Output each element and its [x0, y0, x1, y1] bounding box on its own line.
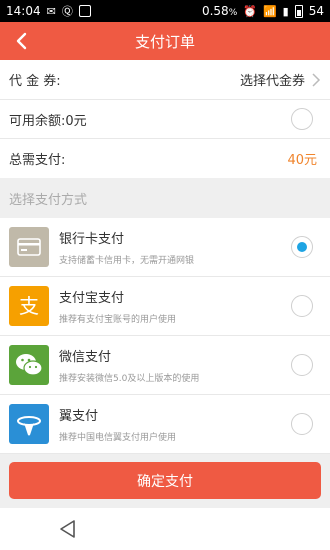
payment-desc: 推荐有支付宝账号的用户使用	[59, 315, 177, 325]
notification-bell-icon: ✉	[46, 4, 56, 18]
alarm-icon: ⏰	[243, 4, 257, 18]
voucher-row[interactable]: 代 金 券: 选择代金券	[0, 60, 330, 100]
nav-back-icon[interactable]	[58, 519, 78, 539]
balance-value: 0元	[65, 113, 87, 129]
status-bar: 14:04 ✉ Ⓠ 0.58% ⏰ 📶 ▮ 54	[0, 0, 330, 22]
payment-method-bank-card[interactable]: 银行卡支付 支持储蓄卡信用卡，无需开通网银	[0, 218, 330, 277]
payment-title: 支付宝支付	[59, 291, 125, 306]
payment-title: 翼支付	[59, 409, 99, 424]
wechat-icon	[9, 345, 49, 385]
system-nav-bar	[0, 508, 330, 550]
battery-level: 54	[308, 4, 324, 18]
telecom-pay-icon	[9, 404, 49, 444]
screenshot-icon	[78, 5, 91, 17]
payment-desc: 推荐安装微信5.0及以上版本的使用	[59, 374, 200, 384]
chevron-right-icon	[312, 72, 321, 87]
title-bar: 支付订单	[0, 22, 330, 60]
payment-method-wechat[interactable]: 微信支付 推荐安装微信5.0及以上版本的使用	[0, 336, 330, 395]
voucher-label: 代 金 券:	[9, 74, 61, 89]
data-speed: 0.58%	[201, 4, 238, 18]
total-row: 总需支付: 40元	[0, 139, 330, 178]
payment-method-alipay[interactable]: 支 支付宝支付 推荐有支付宝账号的用户使用	[0, 277, 330, 336]
payment-desc: 推荐中国电信翼支付用户使用	[59, 433, 177, 443]
confirm-payment-button[interactable]: 确定支付	[9, 462, 321, 499]
wifi-icon: 📶	[262, 4, 277, 18]
payment-radio[interactable]	[291, 413, 313, 435]
bank-card-icon	[9, 227, 49, 267]
payment-desc: 支持储蓄卡信用卡，无需开通网银	[59, 256, 195, 266]
payment-radio[interactable]	[291, 354, 313, 376]
page-title: 支付订单	[134, 32, 195, 51]
balance-label: 可用余额:	[9, 113, 66, 129]
alipay-icon: 支	[9, 286, 49, 326]
payment-title: 银行卡支付	[59, 232, 125, 247]
payment-radio[interactable]	[291, 295, 313, 317]
back-arrow-icon[interactable]	[12, 31, 32, 51]
payment-title: 微信支付	[59, 350, 112, 365]
payment-method-telecom-pay[interactable]: 翼支付 推荐中国电信翼支付用户使用	[0, 395, 330, 454]
status-time: 14:04	[6, 4, 41, 18]
payment-radio-selected[interactable]	[291, 236, 313, 258]
use-balance-radio[interactable]	[291, 108, 313, 130]
q-app-icon: Ⓠ	[61, 4, 73, 18]
total-amount: 40元	[287, 153, 317, 168]
payment-method-section-label: 选择支付方式	[9, 192, 88, 208]
signal-icon: ▮	[282, 4, 289, 18]
select-voucher-link[interactable]: 选择代金券	[240, 70, 305, 89]
svg-text:支: 支	[19, 294, 39, 318]
balance-row[interactable]: 可用余额: 0元	[0, 100, 330, 139]
battery-icon	[294, 4, 303, 18]
total-label: 总需支付:	[9, 153, 66, 168]
